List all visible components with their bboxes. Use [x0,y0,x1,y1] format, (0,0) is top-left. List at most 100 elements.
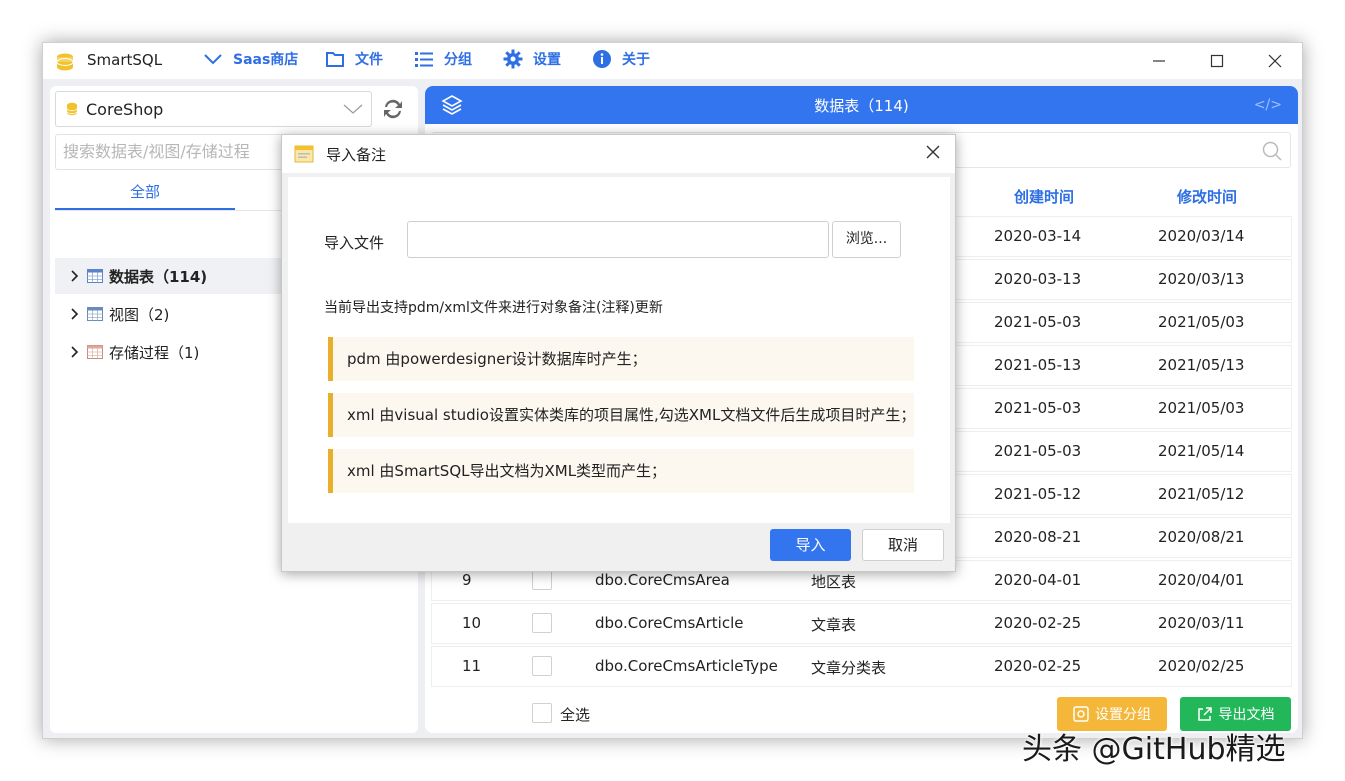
view-icon [87,307,103,321]
modified-date: 2020/04/01 [1158,571,1245,589]
import-button[interactable]: 导入 [770,529,851,561]
created-date: 2021-05-03 [994,442,1082,460]
maximize-button[interactable] [1200,48,1234,74]
group-settings-icon [1073,706,1089,722]
browse-button[interactable]: 浏览... [832,221,901,258]
created-date: 2021-05-03 [994,399,1082,417]
modified-date: 2021/05/13 [1158,356,1245,374]
modified-date: 2021/05/12 [1158,485,1245,503]
cancel-button[interactable]: 取消 [862,529,944,561]
modified-date: 2020/03/14 [1158,227,1245,245]
dialog-title-bar: 导入备注 [282,135,955,173]
code-icon[interactable]: </> [1254,97,1282,113]
database-icon [66,102,78,116]
close-window-button[interactable] [1258,48,1292,74]
table-row[interactable]: 11 dbo.CoreCmsArticleType 文章分类表 2020-02-25 2… [432,647,1291,686]
modified-date: 2020/03/13 [1158,270,1245,288]
watermark-text: 头条 @GitHub精选 [1022,732,1286,767]
modified-date: 2021/05/14 [1158,442,1245,460]
created-date: 2020-02-25 [994,657,1082,675]
menu-group[interactable]: 分组 [414,49,472,69]
table-comment: 地区表 [811,573,857,591]
panel-title: 数据表（114) [814,97,909,115]
tab-all[interactable]: 全部 [55,181,235,211]
close-icon[interactable] [925,144,941,160]
chevron-down-icon [343,104,363,114]
created-date: 2020-08-21 [994,528,1082,546]
menu-saas-store[interactable]: Saas商店 [203,49,298,69]
gear-icon [503,49,523,69]
minimize-button[interactable] [1142,48,1176,74]
menu-file[interactable]: 文件 [325,49,383,69]
import-description: 当前导出支持pdm/xml文件来进行对象备注(注释)更新 [324,300,663,316]
menu-label: 关于 [622,52,650,68]
app-title: SmartSQL [87,51,163,69]
column-header-modified[interactable]: 修改时间 [1177,186,1237,207]
note-xml-smartsql: xml 由SmartSQL导出文档为XML类型而产生； [328,449,914,493]
created-date: 2020-03-14 [994,227,1082,245]
row-number: 9 [462,571,472,589]
menu-settings[interactable]: 设置 [503,49,561,69]
database-name: CoreShop [86,99,164,119]
table-row[interactable]: 10 dbo.CoreCmsArticle 文章表 2020-02-25 2020/03… [432,604,1291,643]
folder-icon [326,52,344,67]
modified-date: 2021/05/03 [1158,313,1245,331]
row-number: 10 [462,614,482,632]
export-doc-label: 导出文档 [1218,707,1275,723]
table-name: dbo.CoreCmsArticleType [595,657,778,675]
modified-date: 2021/05/03 [1158,399,1245,417]
chevron-right-icon [71,346,79,358]
select-all-label: 全选 [560,706,591,724]
database-logo-icon [56,53,74,71]
title-bar: SmartSQL Saas商店 文件 分组 设置 关于 [43,43,1302,79]
minimize-icon [1153,60,1165,62]
modified-date: 2020/03/11 [1158,614,1245,632]
menu-label: 文件 [355,52,383,68]
menu-label: 分组 [444,52,472,68]
created-date: 2020-04-01 [994,571,1082,589]
chevron-right-icon [71,308,79,320]
document-icon [294,145,314,163]
chevron-right-icon [71,270,79,282]
created-date: 2021-05-13 [994,356,1082,374]
row-checkbox[interactable] [532,613,552,633]
created-date: 2020-03-13 [994,270,1082,288]
row-checkbox[interactable] [532,570,552,590]
close-icon [1268,54,1282,68]
panel-header: 数据表（114) </> [425,86,1298,124]
tree-item-label: 视图（2) [109,305,170,324]
table-name: dbo.CoreCmsArticle [595,614,744,632]
refresh-icon[interactable] [380,96,406,122]
column-header-created[interactable]: 创建时间 [1014,186,1074,207]
note-pdm: pdm 由powerdesigner设计数据库时产生； [328,337,914,381]
note-xml-vs: xml 由visual studio设置实体类库的项目属性,勾选XML文档文件后… [328,393,915,437]
menu-label: Saas商店 [233,52,299,68]
list-icon [415,52,433,67]
tree-item-label: 存储过程（1) [109,343,200,362]
dialog-body: 导入文件 浏览... 当前导出支持pdm/xml文件来进行对象备注(注释)更新 … [288,177,950,523]
maximize-icon [1210,54,1224,68]
table-name: dbo.CoreCmsArea [595,571,730,589]
select-all-checkbox[interactable] [532,703,552,723]
menu-about[interactable]: 关于 [592,49,650,69]
search-icon [1262,141,1282,161]
modified-date: 2020/08/21 [1158,528,1245,546]
chevron-down-icon [204,54,222,65]
import-remark-dialog: 导入备注 导入文件 浏览... 当前导出支持pdm/xml文件来进行对象备注(注… [281,134,956,572]
dialog-title: 导入备注 [326,146,387,164]
created-date: 2020-02-25 [994,614,1082,632]
table-comment: 文章分类表 [811,659,887,677]
created-date: 2021-05-12 [994,485,1082,503]
table-icon [87,269,103,283]
import-file-label: 导入文件 [324,234,385,252]
import-file-input[interactable] [407,221,829,258]
created-date: 2021-05-03 [994,313,1082,331]
modified-date: 2020/02/25 [1158,657,1245,675]
table-comment: 文章表 [811,616,857,634]
database-select[interactable]: CoreShop [55,91,372,127]
procedure-icon [87,345,103,359]
row-checkbox[interactable] [532,656,552,676]
row-number: 11 [462,657,482,675]
info-icon [593,50,611,68]
set-group-label: 设置分组 [1095,707,1151,723]
